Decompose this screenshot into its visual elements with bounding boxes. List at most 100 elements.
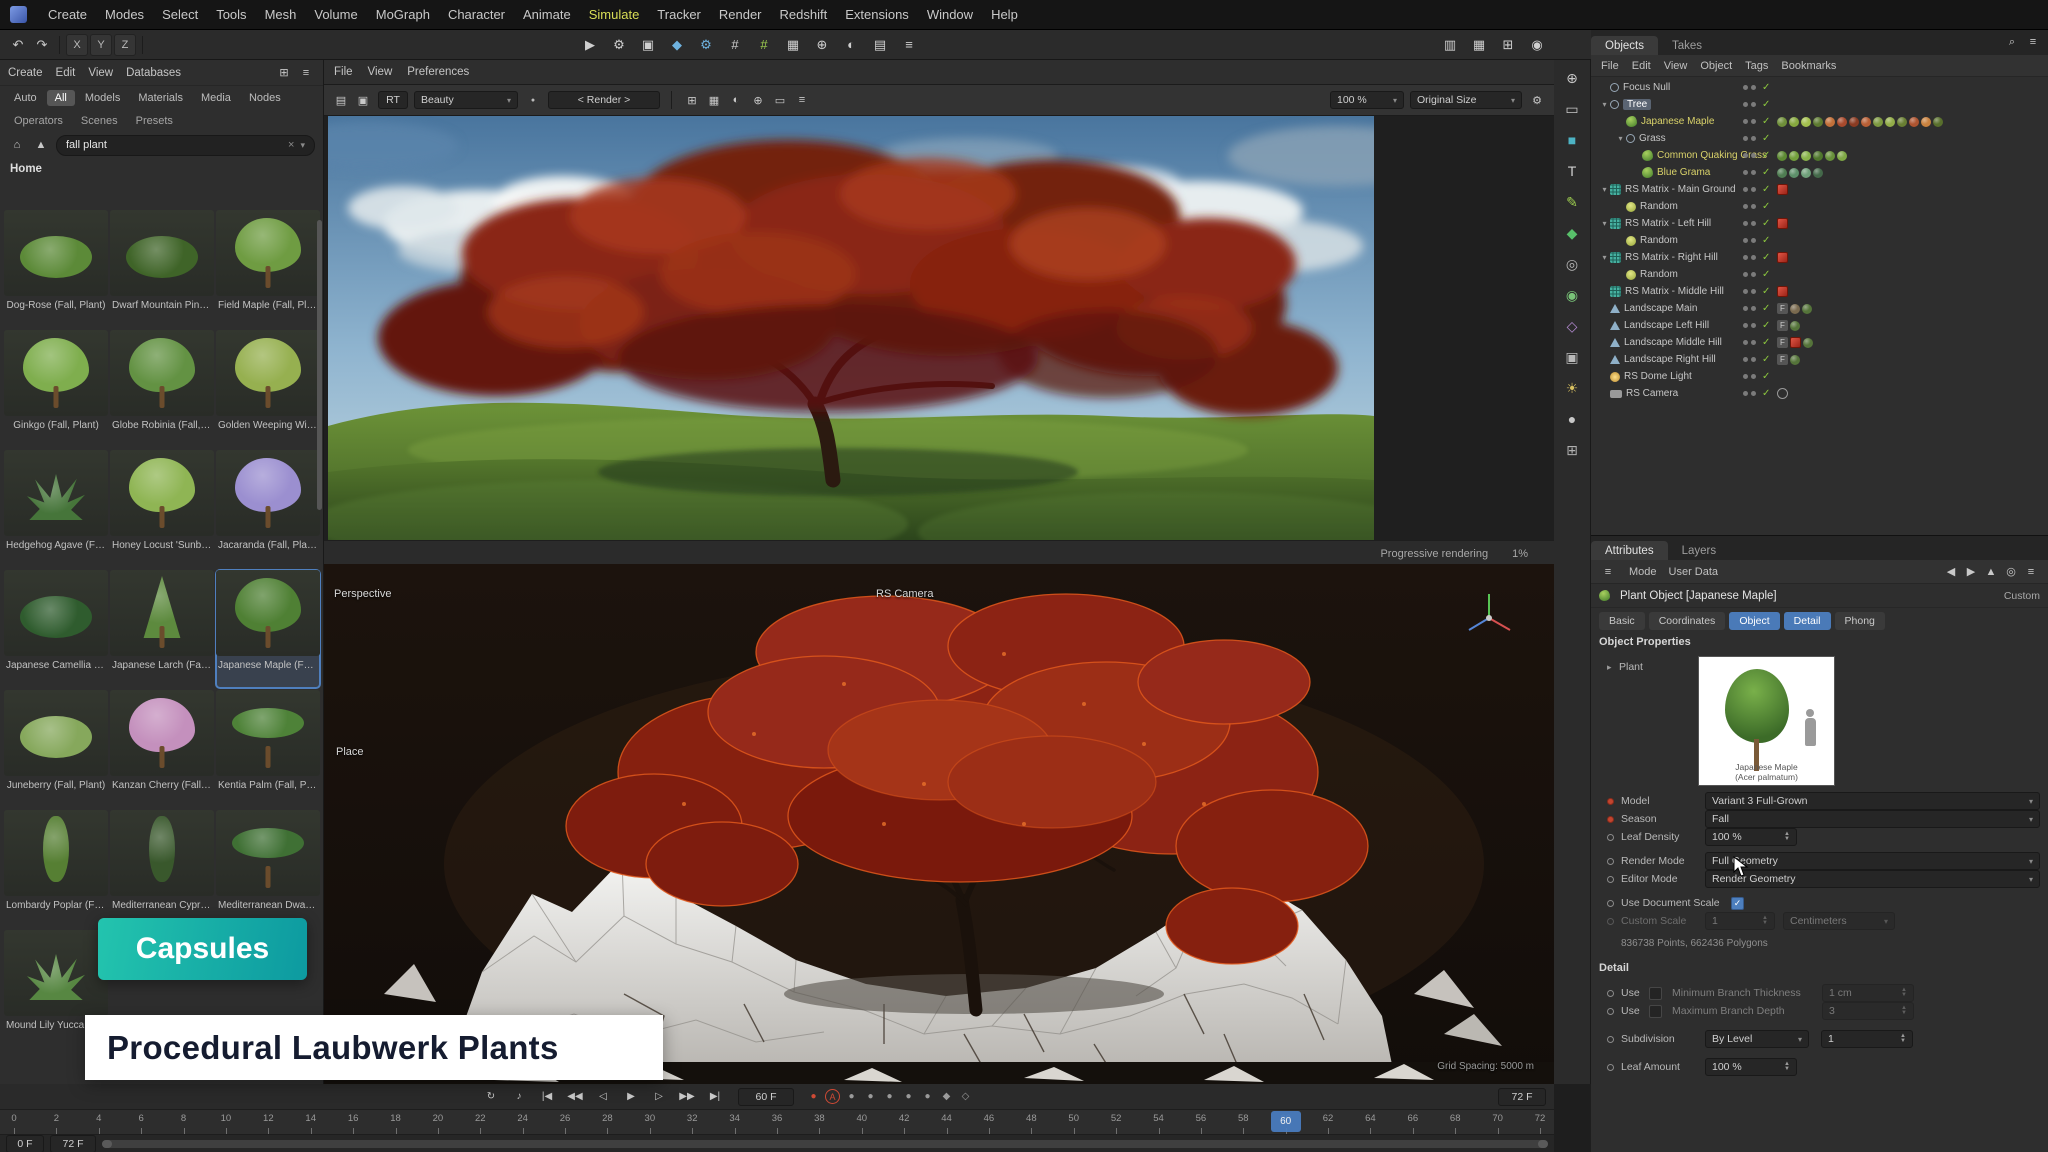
enable-check-icon[interactable]: ✓ <box>1762 286 1770 297</box>
enable-check-icon[interactable]: ✓ <box>1762 116 1770 127</box>
editor-visibility-dot[interactable] <box>1743 374 1748 379</box>
volume-tool-icon[interactable]: ◎ <box>1560 252 1584 276</box>
render-view-icon[interactable]: ▶ <box>578 33 602 57</box>
asset-item-ginkgo-fall-plant[interactable]: Ginkgo (Fall, Plant) <box>4 330 108 448</box>
keyframe-selection-icon[interactable]: ◆ <box>939 1089 954 1104</box>
om-menu-bookmarks[interactable]: Bookmarks <box>1781 60 1836 72</box>
grid-tool-icon[interactable]: ⊞ <box>1560 438 1584 462</box>
camera-tool-icon[interactable]: ▣ <box>1560 345 1584 369</box>
select-tool-icon[interactable]: ⊕ <box>1560 66 1584 90</box>
home-icon[interactable]: ⌂ <box>8 136 26 154</box>
enable-check-icon[interactable]: ✓ <box>1762 371 1770 382</box>
render-visibility-dot[interactable] <box>1751 102 1756 107</box>
om-menu-edit[interactable]: Edit <box>1632 60 1651 72</box>
keyframe-dot-icon[interactable] <box>1607 816 1614 823</box>
editor-mode-dropdown[interactable]: Render Geometry▾ <box>1705 870 2040 888</box>
render-picture-viewer-icon[interactable]: ▣ <box>636 33 660 57</box>
menubar-item-mograph[interactable]: MoGraph <box>367 0 439 30</box>
render-mode-dropdown[interactable]: Full Geometry▾ <box>1705 852 2040 870</box>
enable-check-icon[interactable]: ✓ <box>1762 269 1770 280</box>
om-tab-takes[interactable]: Takes <box>1658 36 1716 55</box>
goto-start-button[interactable]: |◀ <box>534 1087 560 1107</box>
enable-check-icon[interactable]: ✓ <box>1762 184 1770 195</box>
region-render-icon[interactable]: ▭ <box>771 91 789 109</box>
editor-visibility-dot[interactable] <box>1743 102 1748 107</box>
material-chip[interactable] <box>1861 117 1871 127</box>
current-frame-field[interactable]: 60 F <box>738 1088 794 1106</box>
range-end-field[interactable]: 72 F <box>50 1135 96 1152</box>
object-row-blue-grama[interactable]: Blue Grama✓ <box>1591 164 2048 181</box>
menubar-item-help[interactable]: Help <box>982 0 1027 30</box>
attr-tab-layers[interactable]: Layers <box>1668 541 1731 560</box>
editor-visibility-dot[interactable] <box>1743 187 1748 192</box>
material-chip[interactable] <box>1801 168 1811 178</box>
object-row-random[interactable]: Random✓ <box>1591 198 2048 215</box>
record-parameter-icon[interactable]: ● <box>901 1089 916 1104</box>
menubar-item-extensions[interactable]: Extensions <box>836 0 918 30</box>
min-branch-checkbox[interactable] <box>1649 987 1662 1000</box>
ab-menu-icon[interactable]: ≡ <box>297 64 315 82</box>
overlay-icon[interactable]: ≡ <box>897 33 921 57</box>
editor-visibility-dot[interactable] <box>1743 85 1748 90</box>
render-visibility-dot[interactable] <box>1751 391 1756 396</box>
tag-f-icon[interactable]: F <box>1777 354 1788 365</box>
editor-visibility-dot[interactable] <box>1743 289 1748 294</box>
redshift-tag-icon[interactable] <box>1777 286 1788 297</box>
grid-overlay-icon[interactable]: ▦ <box>705 91 723 109</box>
breadcrumb[interactable]: Home <box>0 158 323 180</box>
menubar-item-volume[interactable]: Volume <box>305 0 366 30</box>
axis-z-toggle[interactable]: Z <box>114 34 136 56</box>
save-image-icon[interactable]: ▤ <box>332 91 350 109</box>
nav-up-icon[interactable]: ▲ <box>1982 563 2000 581</box>
enable-check-icon[interactable]: ✓ <box>1762 150 1770 161</box>
enable-check-icon[interactable]: ✓ <box>1762 167 1770 178</box>
category-tab-presets[interactable]: Presets <box>128 113 181 129</box>
menubar-item-create[interactable]: Create <box>39 0 96 30</box>
menubar-item-redshift[interactable]: Redshift <box>771 0 837 30</box>
object-tab-object[interactable]: Object <box>1729 612 1779 630</box>
asset-item-kentia-palm-fall-plant[interactable]: Kentia Palm (Fall, Plant) <box>216 690 320 808</box>
target-tag-icon[interactable] <box>1777 388 1788 399</box>
account-icon[interactable]: ◉ <box>1525 33 1549 57</box>
viewport-view-label[interactable]: Perspective <box>334 588 391 600</box>
view-options-icon[interactable]: ≡ <box>793 91 811 109</box>
render-visibility-dot[interactable] <box>1751 187 1756 192</box>
material-chip[interactable] <box>1885 117 1895 127</box>
material-chip[interactable] <box>1813 117 1823 127</box>
redshift-tag-icon[interactable] <box>1777 218 1788 229</box>
simulation-tool-icon[interactable]: ◆ <box>1560 221 1584 245</box>
object-row-landscape-main[interactable]: Landscape Main✓F <box>1591 300 2048 317</box>
render-visibility-dot[interactable] <box>1751 340 1756 345</box>
simulate-icon[interactable]: ◆ <box>665 33 689 57</box>
filter-tab-media[interactable]: Media <box>193 90 239 106</box>
editor-visibility-dot[interactable] <box>1743 221 1748 226</box>
keyframe-dot-icon[interactable] <box>1607 1008 1614 1015</box>
editor-visibility-dot[interactable] <box>1743 357 1748 362</box>
object-row-common-quaking-grass[interactable]: Common Quaking Grass✓ <box>1591 147 2048 164</box>
record-scale-icon[interactable]: ● <box>863 1089 878 1104</box>
render-visibility-dot[interactable] <box>1751 238 1756 243</box>
material-chip[interactable] <box>1803 338 1813 348</box>
enable-check-icon[interactable]: ✓ <box>1762 133 1770 144</box>
render-visibility-dot[interactable] <box>1751 136 1756 141</box>
tag-f-icon[interactable]: F <box>1777 303 1788 314</box>
am-burger-icon[interactable]: ≡ <box>1599 563 1617 581</box>
subdivision-count-field[interactable]: 1▲▼ <box>1821 1030 1913 1048</box>
asset-item-japanese-larch-fall[interactable]: Japanese Larch (Fall, ... <box>110 570 214 688</box>
asset-item-golden-weeping-willo[interactable]: Golden Weeping Willo... <box>216 330 320 448</box>
use-document-scale-checkbox[interactable]: ✓ <box>1731 897 1744 910</box>
object-tab-detail[interactable]: Detail <box>1784 612 1831 630</box>
menubar-item-tools[interactable]: Tools <box>207 0 255 30</box>
clear-search-icon[interactable]: × <box>288 139 294 151</box>
keyframe-dot-icon[interactable] <box>1607 834 1614 841</box>
keyframe-presets-icon[interactable]: ◇ <box>958 1089 973 1104</box>
render-settings-icon[interactable]: ⚙ <box>607 33 631 57</box>
filter-tab-models[interactable]: Models <box>77 90 128 106</box>
editor-visibility-dot[interactable] <box>1743 391 1748 396</box>
asset-item-honey-locust-sunbur[interactable]: Honey Locust 'Sunbur... <box>110 450 214 568</box>
object-row-landscape-middle-hill[interactable]: Landscape Middle Hill✓F <box>1591 334 2048 351</box>
viewport-filter-icon[interactable]: ▤ <box>868 33 892 57</box>
leaf-density-field[interactable]: 100 %▲▼ <box>1705 828 1797 846</box>
object-row-rs-matrix-main-ground[interactable]: ▾RS Matrix - Main Ground✓ <box>1591 181 2048 198</box>
asset-item-dwarf-mountain-pine[interactable]: Dwarf Mountain Pine (... <box>110 210 214 328</box>
